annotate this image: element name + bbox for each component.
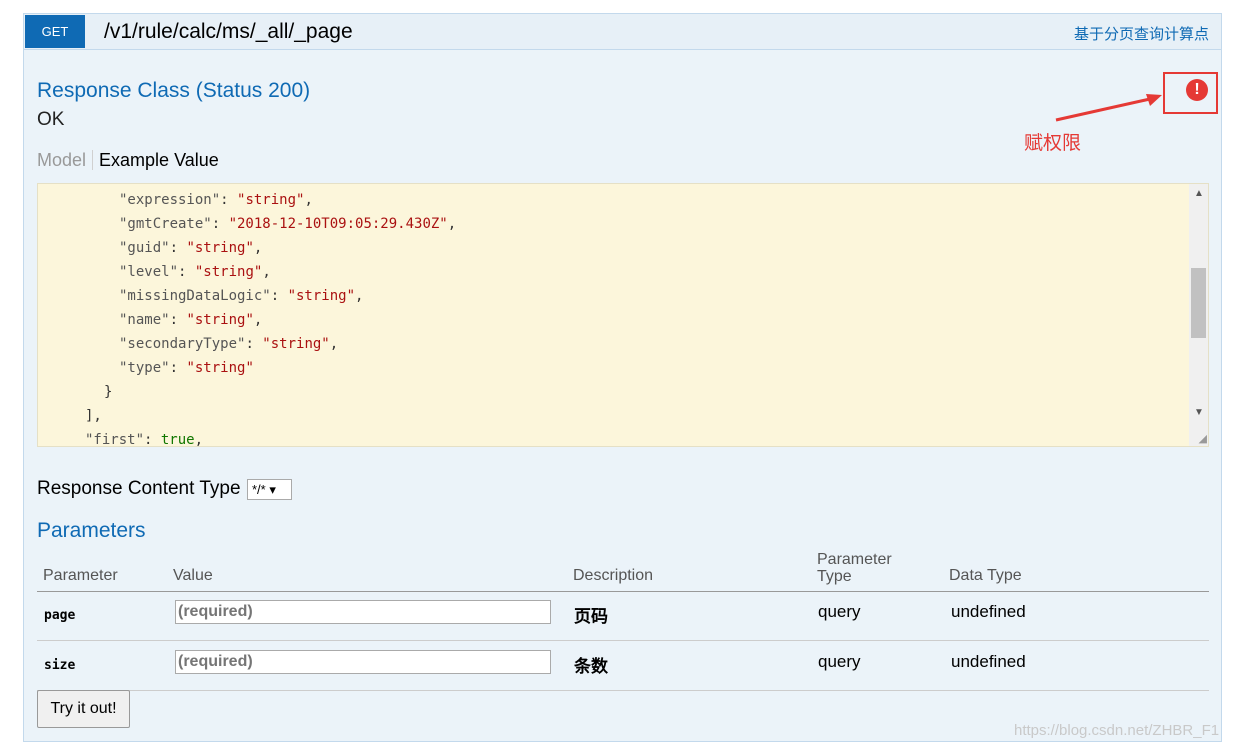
header-parameter-type-line1: Parameter xyxy=(817,551,892,568)
param-name: page xyxy=(44,608,76,623)
parameters-table-header: Parameter Value Description Parameter Ty… xyxy=(37,549,1209,592)
json-colon: : xyxy=(220,192,238,208)
json-suffix: , xyxy=(253,312,263,328)
json-value: "string" xyxy=(186,312,254,328)
try-it-out-button[interactable]: Try it out! xyxy=(37,690,130,728)
json-key: "secondaryType" xyxy=(119,336,246,352)
json-value: "string" xyxy=(287,288,356,304)
example-json-box[interactable]: "expression": "string", "gmtCreate": "201… xyxy=(37,183,1209,447)
json-suffix: , xyxy=(194,432,204,447)
json-suffix: , xyxy=(447,216,457,232)
json-suffix: , xyxy=(253,240,263,256)
scroll-thumb[interactable] xyxy=(1191,268,1206,338)
header-parameter-type: Parameter Type xyxy=(817,551,892,585)
json-line: "guid": "string", xyxy=(119,240,262,256)
watermark: https://blog.csdn.net/ZHBR_F1 xyxy=(1014,722,1220,739)
json-key: "type" xyxy=(119,360,170,376)
annotation-arrow-icon xyxy=(1055,94,1162,122)
json-line: "gmtCreate": "2018-12-10T09:05:29.430Z", xyxy=(119,216,456,232)
response-content-type-value: */* xyxy=(252,482,266,497)
http-method-badge[interactable]: GET xyxy=(25,15,85,48)
tab-example-value[interactable]: Example Value xyxy=(93,150,219,170)
header-parameter-type-line2: Type xyxy=(817,568,852,585)
json-key: "expression" xyxy=(119,192,221,208)
operation-path[interactable]: /v1/rule/calc/ms/_all/_page xyxy=(104,20,353,44)
json-line: } xyxy=(104,384,112,400)
param-data-type: undefined xyxy=(951,652,1026,671)
header-description: Description xyxy=(573,567,654,584)
json-value: "string" xyxy=(262,336,330,352)
response-content-type-select[interactable]: */* ▾ xyxy=(247,479,292,500)
exclamation-circle-icon[interactable]: ! xyxy=(1186,79,1208,101)
json-line: "expression": "string", xyxy=(119,192,313,208)
param-page-input[interactable] xyxy=(175,600,551,624)
response-status-text: OK xyxy=(37,109,65,130)
operation-panel: GET /v1/rule/calc/ms/_all/_page 基于分页查询计算… xyxy=(23,13,1222,742)
json-line: "type": "string" xyxy=(119,360,254,376)
json-colon: : xyxy=(270,288,288,304)
header-value: Value xyxy=(173,567,213,584)
header-data-type: Data Type xyxy=(949,567,1022,584)
response-class-title: Response Class (Status 200) xyxy=(37,79,311,102)
operation-heading[interactable]: GET /v1/rule/calc/ms/_all/_page 基于分页查询计算… xyxy=(24,14,1221,50)
json-suffix: , xyxy=(262,264,271,280)
response-content-type-label: Response Content Type xyxy=(37,478,241,499)
json-line: ], xyxy=(85,408,102,424)
json-key: "level" xyxy=(119,264,179,280)
param-type: query xyxy=(818,602,861,621)
json-line: "secondaryType": "string", xyxy=(119,336,338,352)
json-key: "guid" xyxy=(119,240,170,256)
json-colon: : xyxy=(169,312,187,328)
json-line: "first": true, xyxy=(85,432,204,447)
model-tabs: Model Example Value xyxy=(37,150,219,171)
param-name: size xyxy=(44,658,76,673)
json-key: "name" xyxy=(119,312,170,328)
parameters-title: Parameters xyxy=(37,519,146,542)
json-suffix: , xyxy=(329,336,339,352)
annotation-label: 赋权限 xyxy=(1024,133,1082,154)
json-line: "level": "string", xyxy=(119,264,271,280)
tab-model[interactable]: Model xyxy=(37,150,94,170)
json-key: "missingDataLogic" xyxy=(119,288,271,304)
json-key: "gmtCreate" xyxy=(119,216,212,232)
json-line: "missingDataLogic": "string", xyxy=(119,288,363,304)
resize-grip-icon[interactable]: ◢ xyxy=(1199,432,1207,445)
param-description: 页码 xyxy=(574,607,608,626)
json-value: "string" xyxy=(194,264,263,280)
scroll-down-arrow-icon[interactable]: ▼ xyxy=(1194,407,1204,418)
json-suffix: , xyxy=(355,288,364,304)
json-key: "first" xyxy=(85,432,145,447)
json-colon: : xyxy=(178,264,195,280)
param-data-type: undefined xyxy=(951,602,1026,621)
param-description: 条数 xyxy=(574,657,608,676)
json-punct: ], xyxy=(85,408,102,424)
scroll-up-arrow-icon[interactable]: ▲ xyxy=(1194,188,1204,199)
header-parameter: Parameter xyxy=(43,567,118,584)
json-colon: : xyxy=(144,432,161,447)
json-value: true xyxy=(160,432,195,447)
json-value: "string" xyxy=(237,192,305,208)
json-value: "string" xyxy=(186,360,254,376)
json-line: "name": "string", xyxy=(119,312,262,328)
json-value: "string" xyxy=(186,240,254,256)
json-colon: : xyxy=(169,240,187,256)
json-punct: } xyxy=(104,384,113,400)
json-colon: : xyxy=(169,360,187,376)
param-type: query xyxy=(818,652,861,671)
param-size-input[interactable] xyxy=(175,650,551,674)
json-colon: : xyxy=(211,216,229,232)
json-suffix: , xyxy=(304,192,313,208)
table-row: size 条数 query undefined xyxy=(37,641,1209,691)
chevron-down-icon: ▾ xyxy=(265,482,276,497)
json-colon: : xyxy=(245,336,263,352)
json-value: "2018-12-10T09:05:29.430Z" xyxy=(228,216,448,232)
code-scrollbar[interactable]: ▲ ▼ xyxy=(1189,184,1208,446)
table-row: page 页码 query undefined xyxy=(37,591,1209,641)
operation-summary[interactable]: 基于分页查询计算点 xyxy=(1074,23,1209,44)
